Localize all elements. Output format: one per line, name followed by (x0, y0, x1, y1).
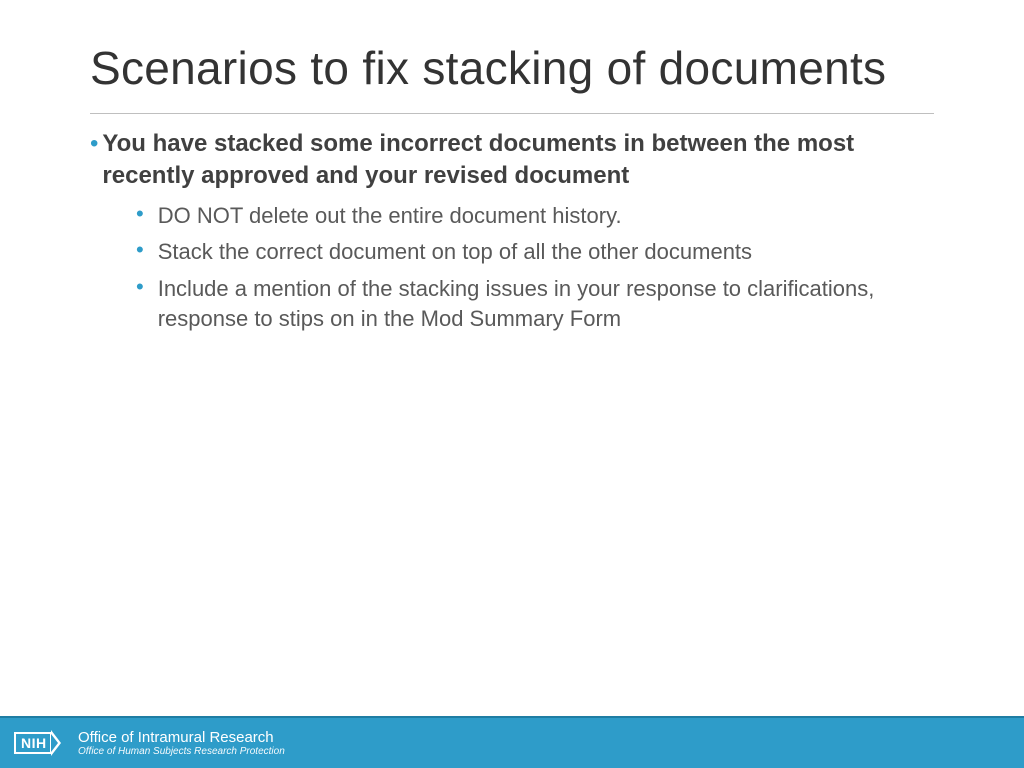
chevron-right-icon (51, 730, 61, 756)
nih-logo: NIH (14, 728, 68, 758)
bullet-level1-text: You have stacked some incorrect document… (102, 128, 934, 193)
list-item: • Include a mention of the stacking issu… (136, 274, 934, 333)
footer-text-block: Office of Intramural Research Office of … (78, 729, 285, 758)
bullet-icon: • (136, 201, 144, 227)
footer-office-name: Office of Intramural Research (78, 729, 285, 746)
content-area: • You have stacked some incorrect docume… (0, 128, 1024, 334)
list-item: • Stack the correct document on top of a… (136, 237, 934, 267)
bullet-icon: • (136, 237, 144, 263)
sub-bullet-list: • DO NOT delete out the entire document … (136, 201, 934, 334)
footer-suboffice-name: Office of Human Subjects Research Protec… (78, 746, 285, 758)
title-divider (90, 113, 934, 114)
slide: Scenarios to fix stacking of documents •… (0, 0, 1024, 768)
nih-logo-text: NIH (14, 732, 52, 754)
sub-bullet-text: Include a mention of the stacking issues… (158, 274, 934, 333)
slide-title: Scenarios to fix stacking of documents (0, 0, 1024, 107)
bullet-level1: • You have stacked some incorrect docume… (90, 128, 934, 193)
sub-bullet-text: DO NOT delete out the entire document hi… (158, 201, 622, 231)
sub-bullet-text: Stack the correct document on top of all… (158, 237, 752, 267)
footer-bar: NIH Office of Intramural Research Office… (0, 716, 1024, 768)
bullet-icon: • (90, 130, 98, 159)
bullet-icon: • (136, 274, 144, 300)
list-item: • DO NOT delete out the entire document … (136, 201, 934, 231)
